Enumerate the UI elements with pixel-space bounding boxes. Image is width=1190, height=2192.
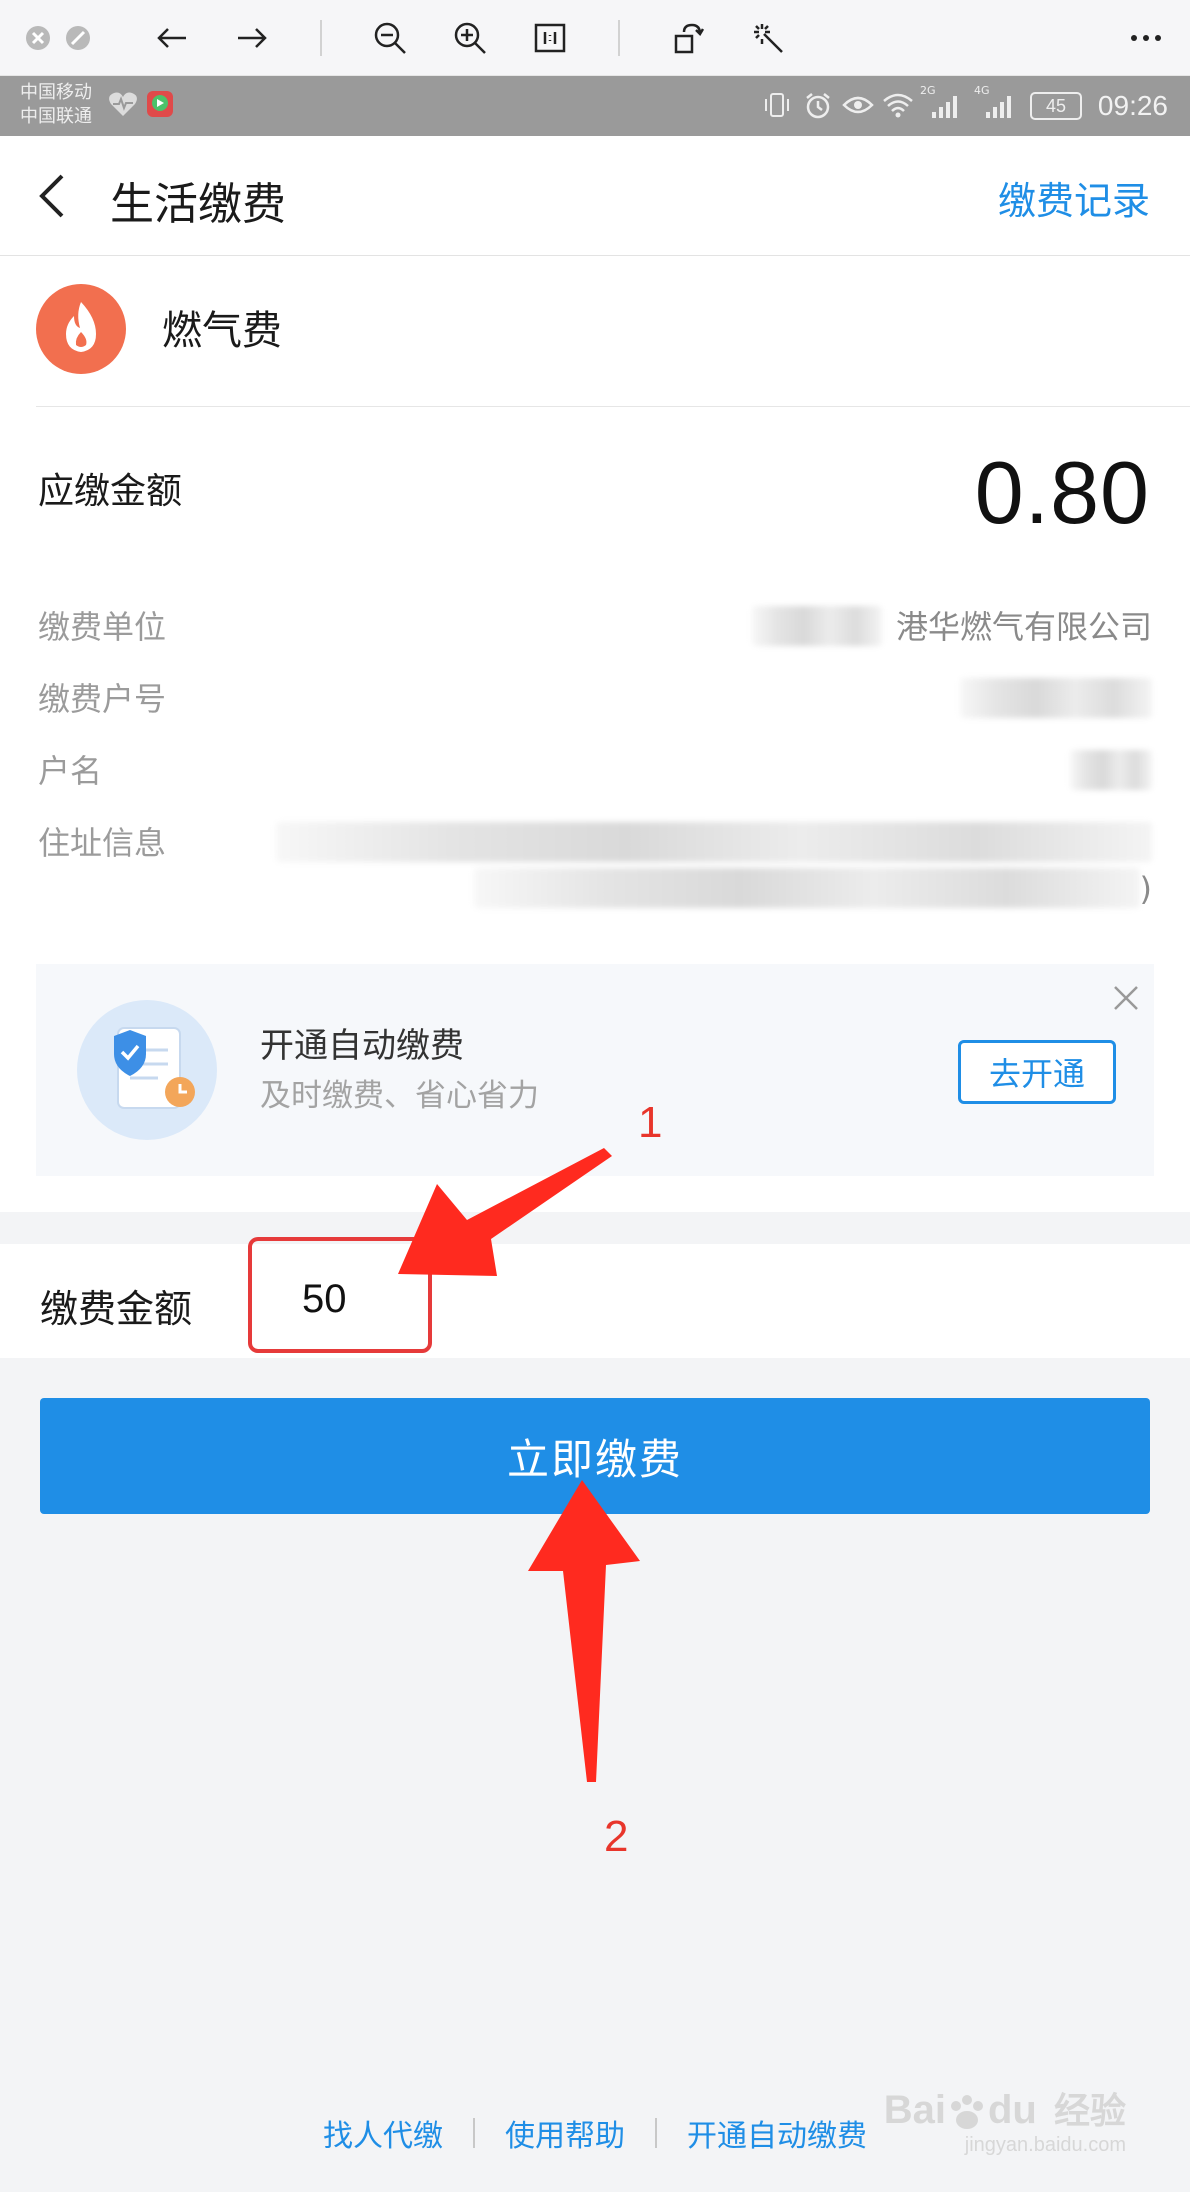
annotation-arrow-2 [528,1480,640,1782]
watermark-brand-right: du [987,2088,1037,2132]
footer-link-proxy-pay[interactable]: 找人代缴 [293,2111,473,2155]
baidu-watermark: Bai du 经验 jingyan.baidu.com [884,2082,1126,2157]
watermark-product: 经验 [1053,2090,1126,2131]
paw-icon [950,2095,983,2130]
watermark-url: jingyan.baidu.com [964,2134,1126,2156]
watermark-brand-left: Bai [883,2088,946,2132]
annotation-step-1: 1 [638,1098,663,1147]
footer-link-auto-pay[interactable]: 开通自动缴费 [657,2111,897,2155]
footer-link-help[interactable]: 使用帮助 [475,2111,655,2155]
annotation-arrows [398,1148,640,1782]
annotation-arrow-1 [398,1148,612,1276]
annotation-step-2: 2 [604,1812,629,1861]
